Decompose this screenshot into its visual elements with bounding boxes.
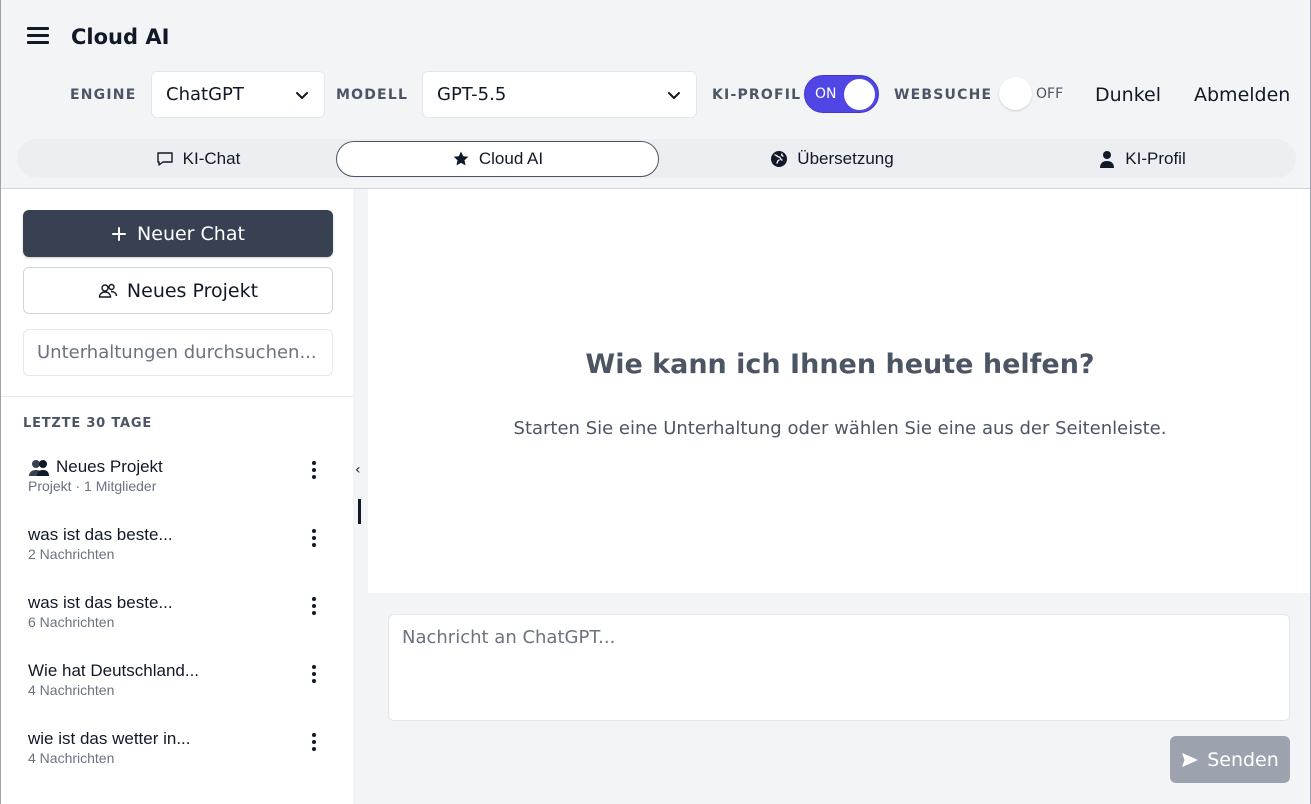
list-item-title: Wie hat Deutschland... — [28, 661, 200, 680]
websearch-label: WEBSUCHE — [894, 87, 993, 103]
list-item[interactable]: Neues Projekt Projekt · 1 Mitglieder — [1, 457, 353, 521]
welcome-title: Wie kann ich Ihnen heute helfen? — [585, 349, 1095, 380]
toggle-knob — [999, 77, 1032, 110]
section-label-recent: LETZTE 30 TAGE — [23, 416, 153, 431]
list-item-subtitle: 4 Nachrichten — [28, 750, 115, 766]
conversation-search-input[interactable] — [23, 329, 333, 376]
list-item[interactable]: Wie hat Deutschland... 4 Nachrichten — [1, 661, 353, 725]
model-select[interactable]: GPT-5.5 — [422, 71, 697, 118]
more-options-icon[interactable] — [304, 663, 324, 685]
user-icon — [1100, 150, 1115, 168]
app-window: Cloud AI ENGINE ChatGPT MODELL GPT-5.5 K… — [0, 0, 1311, 804]
sidebar: Neuer Chat Neues Projekt LETZTE 30 TAGE … — [1, 189, 353, 804]
plus-icon — [112, 226, 127, 241]
more-options-icon[interactable] — [304, 527, 324, 549]
app-title: Cloud AI — [71, 25, 170, 49]
toggle-knob — [844, 79, 875, 110]
list-item-title: wie ist das wetter in... — [28, 729, 191, 748]
tab-label: Cloud AI — [478, 149, 544, 168]
list-item[interactable]: was ist das beste... 6 Nachrichten — [1, 593, 353, 657]
logout-link[interactable]: Abmelden — [1194, 84, 1290, 106]
tab-cloud-ai[interactable]: Cloud AI — [336, 141, 659, 177]
more-options-icon[interactable] — [304, 731, 324, 753]
new-chat-button[interactable]: Neuer Chat — [23, 210, 333, 257]
list-item[interactable]: wie ist das wetter in... 4 Nachrichten — [1, 729, 353, 793]
list-item-title: was ist das beste... — [28, 593, 173, 612]
list-item-subtitle: 6 Nachrichten — [28, 614, 115, 630]
profile-toggle[interactable]: ON — [804, 75, 879, 113]
list-item-title: Neues Projekt — [56, 457, 163, 476]
chevron-down-icon — [668, 91, 680, 99]
header: Cloud AI ENGINE ChatGPT MODELL GPT-5.5 K… — [1, 0, 1310, 130]
chevron-down-icon — [296, 91, 308, 99]
model-value: GPT-5.5 — [437, 84, 507, 105]
profile-label: KI-PROFIL — [712, 87, 802, 103]
group-icon — [29, 459, 49, 476]
new-chat-label: Neuer Chat — [137, 222, 245, 245]
group-icon — [98, 283, 118, 298]
star-icon — [453, 151, 469, 166]
welcome-subtitle: Starten Sie eine Unterhaltung oder wähle… — [513, 418, 1167, 439]
chat-main: Wie kann ich Ihnen heute helfen? Starten… — [368, 189, 1310, 593]
send-icon — [1182, 752, 1199, 767]
engine-select[interactable]: ChatGPT — [151, 71, 325, 118]
profile-toggle-state: ON — [815, 86, 837, 102]
model-label: MODELL — [336, 87, 409, 103]
tab-bar: KI-Chat Cloud AI Übersetzung KI-Profil — [17, 139, 1296, 178]
new-project-label: Neues Projekt — [126, 279, 259, 302]
collapse-sidebar-icon[interactable]: ‹ — [355, 462, 361, 478]
chat-bubble-icon — [156, 151, 173, 166]
websearch-toggle-state: OFF — [1036, 86, 1064, 102]
composer: Senden — [368, 593, 1310, 804]
send-label: Senden — [1207, 748, 1279, 771]
sidebar-resize-handle[interactable] — [358, 499, 361, 524]
hamburger-menu-icon[interactable] — [27, 27, 49, 47]
tab-uebersetzung[interactable]: Übersetzung — [717, 139, 947, 178]
list-item-subtitle: 4 Nachrichten — [28, 682, 115, 698]
list-item[interactable]: was ist das beste... 2 Nachrichten — [1, 525, 353, 589]
sidebar-divider — [1, 396, 353, 397]
tab-ki-profil[interactable]: KI-Profil — [1057, 139, 1227, 178]
theme-toggle-link[interactable]: Dunkel — [1095, 84, 1161, 106]
engine-label: ENGINE — [70, 87, 137, 103]
websearch-toggle[interactable]: OFF — [998, 75, 1066, 113]
engine-value: ChatGPT — [166, 84, 244, 105]
tab-ki-chat[interactable]: KI-Chat — [113, 139, 283, 178]
message-input[interactable] — [388, 614, 1290, 721]
list-item-title-row: Neues Projekt — [28, 457, 163, 477]
tab-label: KI-Profil — [1125, 148, 1186, 168]
more-options-icon[interactable] — [304, 459, 324, 481]
list-item-subtitle: Projekt · 1 Mitglieder — [28, 478, 157, 494]
tab-label: Übersetzung — [797, 148, 894, 168]
send-button[interactable]: Senden — [1170, 736, 1290, 783]
new-project-button[interactable]: Neues Projekt — [23, 267, 333, 314]
list-item-title: was ist das beste... — [28, 525, 173, 544]
more-options-icon[interactable] — [304, 595, 324, 617]
globe-icon — [771, 150, 788, 167]
list-item-subtitle: 2 Nachrichten — [28, 546, 115, 562]
tab-label: KI-Chat — [182, 148, 241, 168]
